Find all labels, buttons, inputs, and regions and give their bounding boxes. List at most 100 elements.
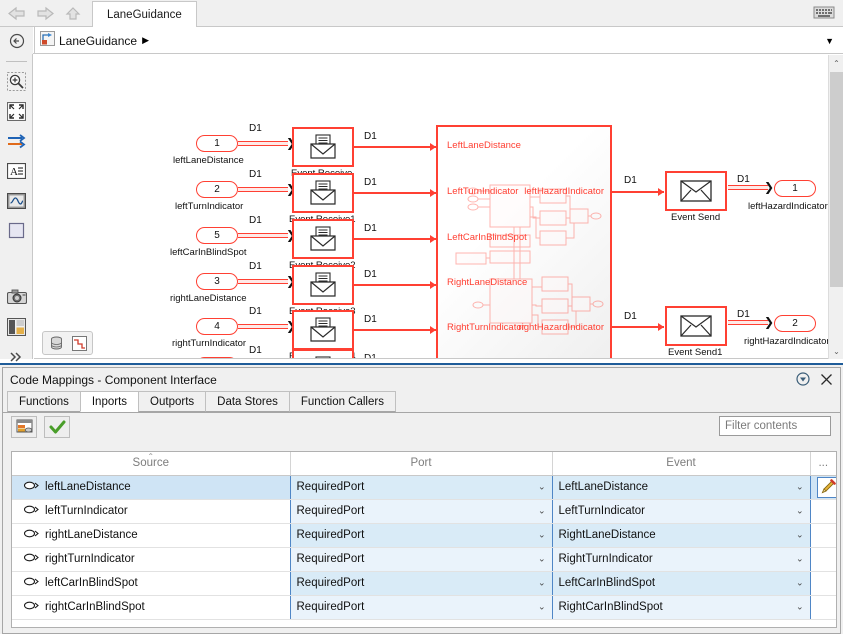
code-mappings-editor-icon[interactable]: [11, 416, 37, 438]
document-tab-laneguidance[interactable]: LaneGuidance: [92, 1, 197, 27]
breadcrumb-label[interactable]: LaneGuidance: [59, 34, 137, 48]
event-receive-block-2[interactable]: [292, 219, 354, 259]
signal-label-d1: D1: [249, 306, 262, 317]
scope-icon[interactable]: [0, 186, 33, 216]
event-send-block-1[interactable]: [665, 306, 727, 346]
cell-edit[interactable]: [810, 523, 836, 548]
canvas-vertical-scrollbar[interactable]: ⌃ ⌄: [828, 55, 843, 359]
cell-port-dropdown[interactable]: RequiredPort ⌄: [289, 594, 553, 620]
cell-edit[interactable]: [810, 595, 836, 620]
table-row[interactable]: rightLaneDistance RequiredPort ⌄ RightLa…: [12, 522, 836, 548]
close-icon[interactable]: [820, 373, 833, 389]
tab-inports[interactable]: Inports: [79, 391, 140, 412]
subsystem-icon[interactable]: [0, 216, 33, 246]
pencil-edit-icon[interactable]: [816, 476, 836, 498]
port-value: RequiredPort: [296, 577, 365, 589]
signal-label-d1: D1: [737, 309, 750, 320]
tab-function-callers[interactable]: Function Callers: [288, 391, 396, 412]
fit-to-view-icon[interactable]: [0, 96, 33, 126]
cell-source[interactable]: leftCarInBlindSpot: [12, 571, 290, 596]
cell-source[interactable]: rightCarInBlindSpot: [12, 595, 290, 620]
event-receive-block-4[interactable]: [292, 310, 354, 350]
signal-plot-icon[interactable]: [69, 334, 89, 352]
zoom-in-icon[interactable]: [0, 66, 33, 96]
cell-port-dropdown[interactable]: RequiredPort ⌄: [289, 498, 553, 524]
document-tab-label: LaneGuidance: [107, 8, 182, 21]
model-canvas[interactable]: 1 leftLaneDistance ❯ D1 Event Receive D1…: [34, 55, 843, 359]
cell-port-dropdown[interactable]: RequiredPort ⌄: [289, 522, 553, 548]
outport-label-1: leftHazardIndicator: [748, 201, 828, 212]
cell-source[interactable]: rightTurnIndicator: [12, 547, 290, 572]
signal-routing-icon[interactable]: [0, 126, 33, 156]
tab-functions[interactable]: Functions: [7, 391, 81, 412]
tab-outports[interactable]: Outports: [138, 391, 207, 412]
collapse-panel-icon[interactable]: [796, 372, 810, 389]
event-send-block-0[interactable]: [665, 171, 727, 211]
event-receive-block-1[interactable]: [292, 173, 354, 213]
cell-event-dropdown[interactable]: LeftLaneDistance ⌄: [551, 474, 811, 500]
cell-event-dropdown[interactable]: LeftCarInBlindSpot ⌄: [551, 570, 811, 596]
forward-arrow-icon[interactable]: [32, 2, 58, 25]
column-header-port[interactable]: Port: [290, 452, 553, 476]
cell-port-dropdown[interactable]: RequiredPort ⌄: [289, 546, 553, 572]
signal-line: [354, 238, 436, 240]
lane-guidance-algorithm-block[interactable]: LeftLaneDistance LeftTurnIndicator LeftC…: [436, 125, 612, 359]
signal-label-d1: D1: [737, 174, 750, 185]
inport-block-3[interactable]: 3: [196, 273, 238, 290]
breadcrumb: LaneGuidance ▶: [34, 27, 843, 54]
column-header-source[interactable]: ⌃ Source: [12, 452, 291, 476]
cell-event-dropdown[interactable]: RightTurnIndicator ⌄: [551, 546, 811, 572]
outport-block-2[interactable]: 2: [774, 315, 816, 332]
cell-source[interactable]: rightLaneDistance: [12, 523, 290, 548]
inports-mapping-table[interactable]: ⌃ Source Port Event ... leftLaneDistance…: [11, 451, 837, 628]
cell-event-dropdown[interactable]: RightCarInBlindSpot ⌄: [551, 594, 811, 620]
column-header-event[interactable]: Event: [552, 452, 811, 476]
chevron-down-icon: ⌄: [795, 577, 804, 588]
data-stack-icon[interactable]: [46, 334, 66, 352]
scroll-down-arrow-icon[interactable]: ⌄: [829, 343, 843, 359]
chevron-down-icon[interactable]: ▼: [825, 36, 834, 46]
inport-block-5[interactable]: 5: [196, 227, 238, 244]
cell-event-dropdown[interactable]: RightLaneDistance ⌄: [551, 522, 811, 548]
inport-block-1[interactable]: 1: [196, 135, 238, 152]
cell-event-dropdown[interactable]: LeftTurnIndicator ⌄: [551, 498, 811, 524]
scrollbar-thumb[interactable]: [830, 72, 843, 287]
keyboard-icon[interactable]: [813, 5, 835, 25]
cell-port-dropdown[interactable]: RequiredPort ⌄: [289, 570, 553, 596]
table-row[interactable]: rightCarInBlindSpot RequiredPort ⌄ Right…: [12, 594, 836, 620]
table-row[interactable]: rightTurnIndicator RequiredPort ⌄ RightT…: [12, 546, 836, 572]
chevron-down-icon: ⌄: [795, 505, 804, 516]
camera-icon[interactable]: [0, 282, 33, 312]
cell-port-dropdown[interactable]: RequiredPort ⌄: [289, 474, 553, 500]
up-arrow-icon[interactable]: [60, 2, 86, 25]
inport-block-4[interactable]: 4: [196, 318, 238, 335]
scroll-up-arrow-icon[interactable]: ⌃: [829, 55, 843, 71]
table-row[interactable]: leftTurnIndicator RequiredPort ⌄ LeftTur…: [12, 498, 836, 524]
event-receive-block-0[interactable]: [292, 127, 354, 167]
cell-edit[interactable]: [810, 499, 836, 524]
event-value: RightLaneDistance: [558, 529, 656, 541]
cell-source[interactable]: leftTurnIndicator: [12, 499, 290, 524]
event-receive-block-3[interactable]: [292, 265, 354, 305]
tab-data-stores[interactable]: Data Stores: [205, 391, 290, 412]
inport-number: 3: [214, 276, 220, 287]
filter-input[interactable]: Filter contents: [719, 416, 831, 436]
cell-edit[interactable]: [810, 475, 836, 500]
table-row[interactable]: leftCarInBlindSpot RequiredPort ⌄ LeftCa…: [12, 570, 836, 596]
tab-label: Outports: [150, 395, 195, 408]
validate-checkmark-icon[interactable]: [44, 416, 70, 438]
cell-source[interactable]: leftLaneDistance: [12, 475, 290, 500]
outport-block-1[interactable]: 1: [774, 180, 816, 197]
cell-edit[interactable]: [810, 571, 836, 596]
inport-block-2[interactable]: 2: [196, 181, 238, 198]
inport-number: 1: [214, 138, 220, 149]
table-row[interactable]: leftLaneDistance RequiredPort ⌄ LeftLane…: [12, 474, 836, 500]
column-header-more[interactable]: ...: [810, 452, 836, 476]
annotation-icon[interactable]: A: [0, 156, 33, 186]
back-arrow-icon[interactable]: [4, 2, 30, 25]
cell-edit[interactable]: [810, 547, 836, 572]
source-name: leftTurnIndicator: [45, 505, 128, 517]
model-explorer-icon[interactable]: [0, 312, 33, 342]
navigate-back-icon[interactable]: [0, 27, 33, 54]
top-tab-bar: LaneGuidance: [0, 0, 843, 27]
